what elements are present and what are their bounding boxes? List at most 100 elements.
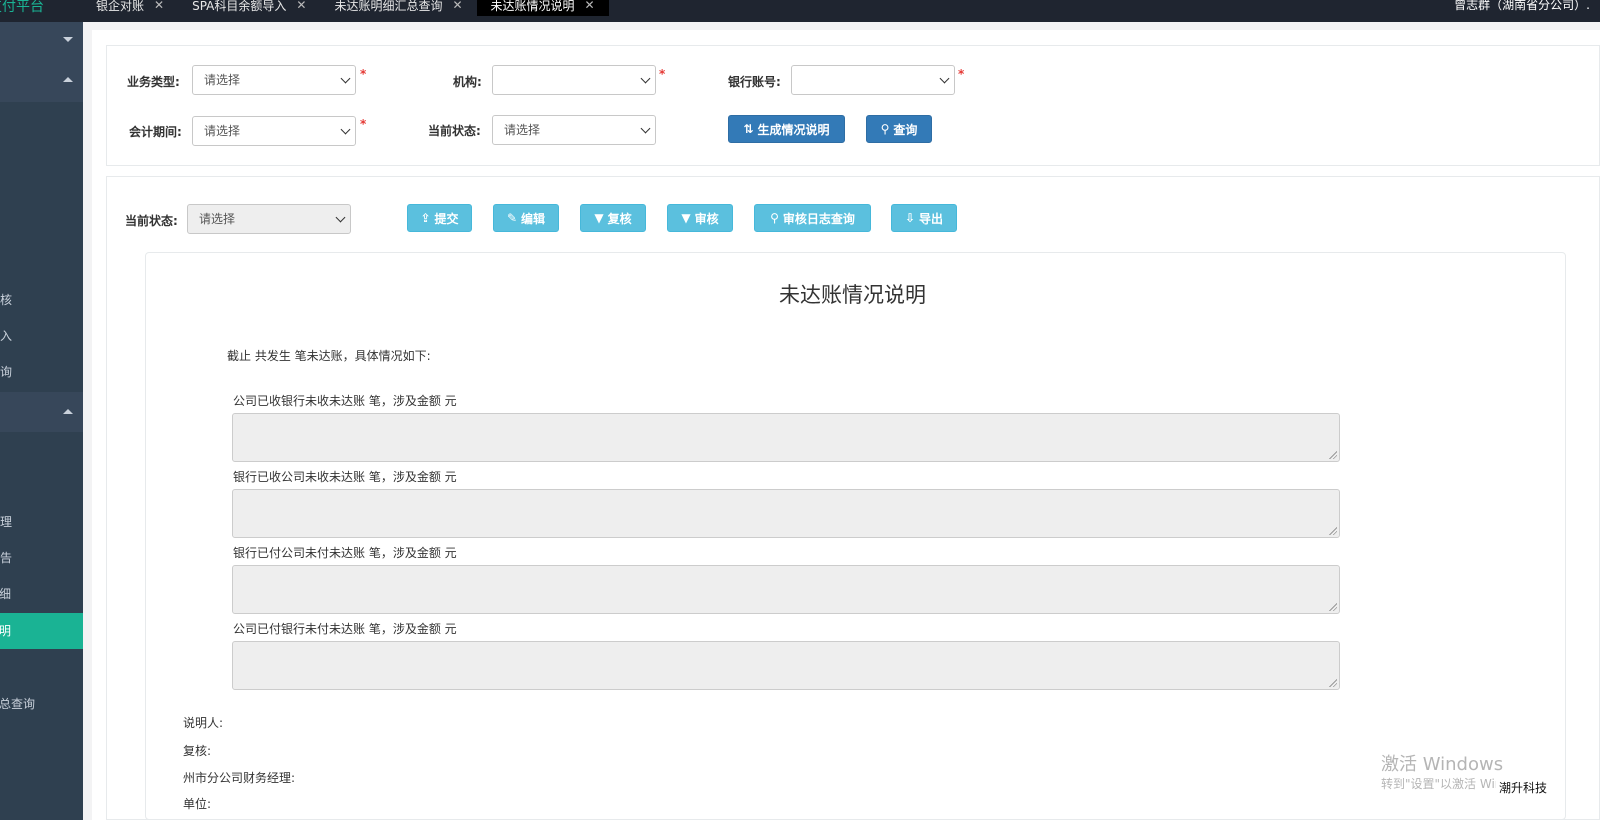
required-mark: * <box>958 67 965 81</box>
sidebar-item-label: 报告 <box>0 551 13 565</box>
sidebar-item-report[interactable]: 报告 <box>0 540 83 576</box>
sort-icon: ⇅ <box>743 122 754 136</box>
signer-label: 单位: <box>183 797 212 811</box>
brand-logo: 支付平台 <box>0 0 44 15</box>
tab-outstanding-explanation[interactable]: 未达账情况说明 ✕ <box>476 0 609 16</box>
document-title: 未达账情况说明 <box>779 283 926 307</box>
document-intro: 截止 共发生 笔未达账，具体情况如下: <box>227 349 431 363</box>
button-label: 审核日志查询 <box>782 211 855 226</box>
button-label: 复核 <box>607 211 632 226</box>
edit-button[interactable]: ✎ 编辑 <box>493 204 559 232</box>
search-icon: ⚲ <box>880 122 890 136</box>
sidebar-item-label: 审核 <box>0 293 13 307</box>
item-label: 公司已付银行未付未达账 笔，涉及金额 元 <box>233 622 457 636</box>
export-button[interactable]: ⇩ 导出 <box>891 204 957 232</box>
select-value: 请选择 <box>204 73 241 87</box>
business-type-select[interactable]: 请选择 <box>192 65 356 95</box>
resize-grip-icon[interactable] <box>1329 679 1337 687</box>
filter-panel <box>106 45 1600 166</box>
sidebar-item-query[interactable]: 查询 <box>0 354 83 390</box>
period-select[interactable]: 请选择 <box>192 116 356 146</box>
user-name[interactable]: 曾志群（湖南省分公司）. <box>1454 0 1600 22</box>
chevron-down-icon <box>63 37 73 42</box>
query-button[interactable]: ⚲ 查询 <box>866 115 932 143</box>
chevron-up-icon <box>63 77 73 82</box>
close-icon[interactable]: ✕ <box>296 0 306 12</box>
item-textarea[interactable] <box>232 489 1340 538</box>
bank-account-select[interactable] <box>791 65 955 95</box>
item-label: 银行已付公司未付未达账 笔，涉及金额 元 <box>233 546 457 560</box>
current-status-select[interactable]: 请选择 <box>187 204 351 234</box>
item-textarea[interactable] <box>232 565 1340 614</box>
sidebar-item-detail[interactable]: 细 <box>0 576 83 612</box>
org-select[interactable] <box>492 65 656 95</box>
sidebar-section-header[interactable] <box>0 392 83 432</box>
sidebar-item-import[interactable]: 导入 <box>0 318 83 354</box>
audit-button[interactable]: ▼ 审核 <box>667 204 733 232</box>
item-label: 银行已收公司未收未达账 笔，涉及金额 元 <box>233 470 457 484</box>
close-icon[interactable]: ✕ <box>452 0 462 12</box>
button-label: 查询 <box>893 122 918 137</box>
main-content: 业务类型: 请选择 * 机构: * 银行账号: * 会计期间: 请选择 * 当前… <box>92 30 1600 820</box>
generate-explanation-button[interactable]: ⇅ 生成情况说明 <box>728 115 845 143</box>
required-mark: * <box>659 67 666 81</box>
sidebar-item-label: 总查询 <box>0 697 36 711</box>
period-label: 会计期间: <box>129 125 182 139</box>
resize-grip-icon[interactable] <box>1329 527 1337 535</box>
item-textarea[interactable] <box>232 641 1340 690</box>
audit-log-button[interactable]: ⚲ 审核日志查询 <box>754 204 871 232</box>
download-icon: ⇩ <box>904 211 916 225</box>
current-status-label: 当前状态: <box>125 214 178 228</box>
select-value: 请选择 <box>504 123 541 137</box>
resize-grip-icon[interactable] <box>1329 603 1337 611</box>
sidebar-section-header[interactable] <box>0 58 83 102</box>
chevron-down-icon <box>340 73 351 84</box>
chevron-down-icon <box>939 73 950 84</box>
upload-icon: ⇪ <box>420 211 431 225</box>
required-mark: * <box>360 117 367 131</box>
status-select[interactable]: 请选择 <box>492 115 656 145</box>
signer-label: 说明人: <box>183 716 224 730</box>
tab-label: SPA科目余额导入 <box>192 0 287 13</box>
item-label: 公司已收银行未收未达账 笔，涉及金额 元 <box>233 394 457 408</box>
sidebar-item-explanation[interactable]: 明 <box>0 613 83 649</box>
sidebar-item-audit[interactable]: 审核 <box>0 282 83 318</box>
sidebar-item-label: 细 <box>0 587 12 601</box>
tab-outstanding-detail-summary[interactable]: 未达账明细汇总查询 ✕ <box>320 0 476 16</box>
close-icon[interactable]: ✕ <box>585 0 595 12</box>
button-label: 生成情况说明 <box>757 122 830 137</box>
submit-button[interactable]: ⇪ 提交 <box>407 204 472 232</box>
close-icon[interactable]: ✕ <box>154 0 164 12</box>
sidebar-item-label: 导入 <box>0 329 13 343</box>
bank-account-label: 银行账号: <box>728 75 781 89</box>
tab-label: 未达账明细汇总查询 <box>334 0 443 13</box>
required-mark: * <box>360 67 367 81</box>
business-type-label: 业务类型: <box>127 75 180 89</box>
chevron-down-icon <box>340 124 351 135</box>
filter-icon: ▼ <box>594 211 604 225</box>
button-label: 审核 <box>694 211 719 226</box>
signer-label: 复核: <box>183 744 212 758</box>
chevron-down-icon <box>640 123 651 134</box>
tab-label: 未达账情况说明 <box>490 0 575 13</box>
tab-spa-balance-import[interactable]: SPA科目余额导入 ✕ <box>178 0 320 16</box>
chevron-up-icon <box>63 409 73 414</box>
tab-bank-reconciliation[interactable]: 银企对账 ✕ <box>82 0 178 16</box>
sidebar-item-label: 管理 <box>0 515 13 529</box>
tab-label: 银企对账 <box>96 0 145 13</box>
resize-grip-icon[interactable] <box>1329 451 1337 459</box>
chevron-down-icon <box>335 212 346 223</box>
item-textarea[interactable] <box>232 413 1340 462</box>
sidebar-section-header[interactable] <box>0 22 83 58</box>
top-bar: 支付平台 银企对账 ✕ SPA科目余额导入 ✕ 未达账明细汇总查询 ✕ 未达账情… <box>0 0 1600 22</box>
corner-tag: 潮升科技 <box>1496 778 1551 797</box>
select-value: 请选择 <box>204 124 241 138</box>
sidebar-item-manage[interactable]: 管理 <box>0 504 83 540</box>
button-label: 导出 <box>919 211 944 226</box>
filter-icon: ▼ <box>681 211 691 225</box>
recheck-button[interactable]: ▼ 复核 <box>580 204 646 232</box>
org-label: 机构: <box>453 75 482 89</box>
status-label: 当前状态: <box>428 124 481 138</box>
sidebar-item-summary-query[interactable]: 总查询 <box>0 686 83 722</box>
sidebar: 审核 导入 查询 管理 报告 细 明 总查询 <box>0 22 83 820</box>
